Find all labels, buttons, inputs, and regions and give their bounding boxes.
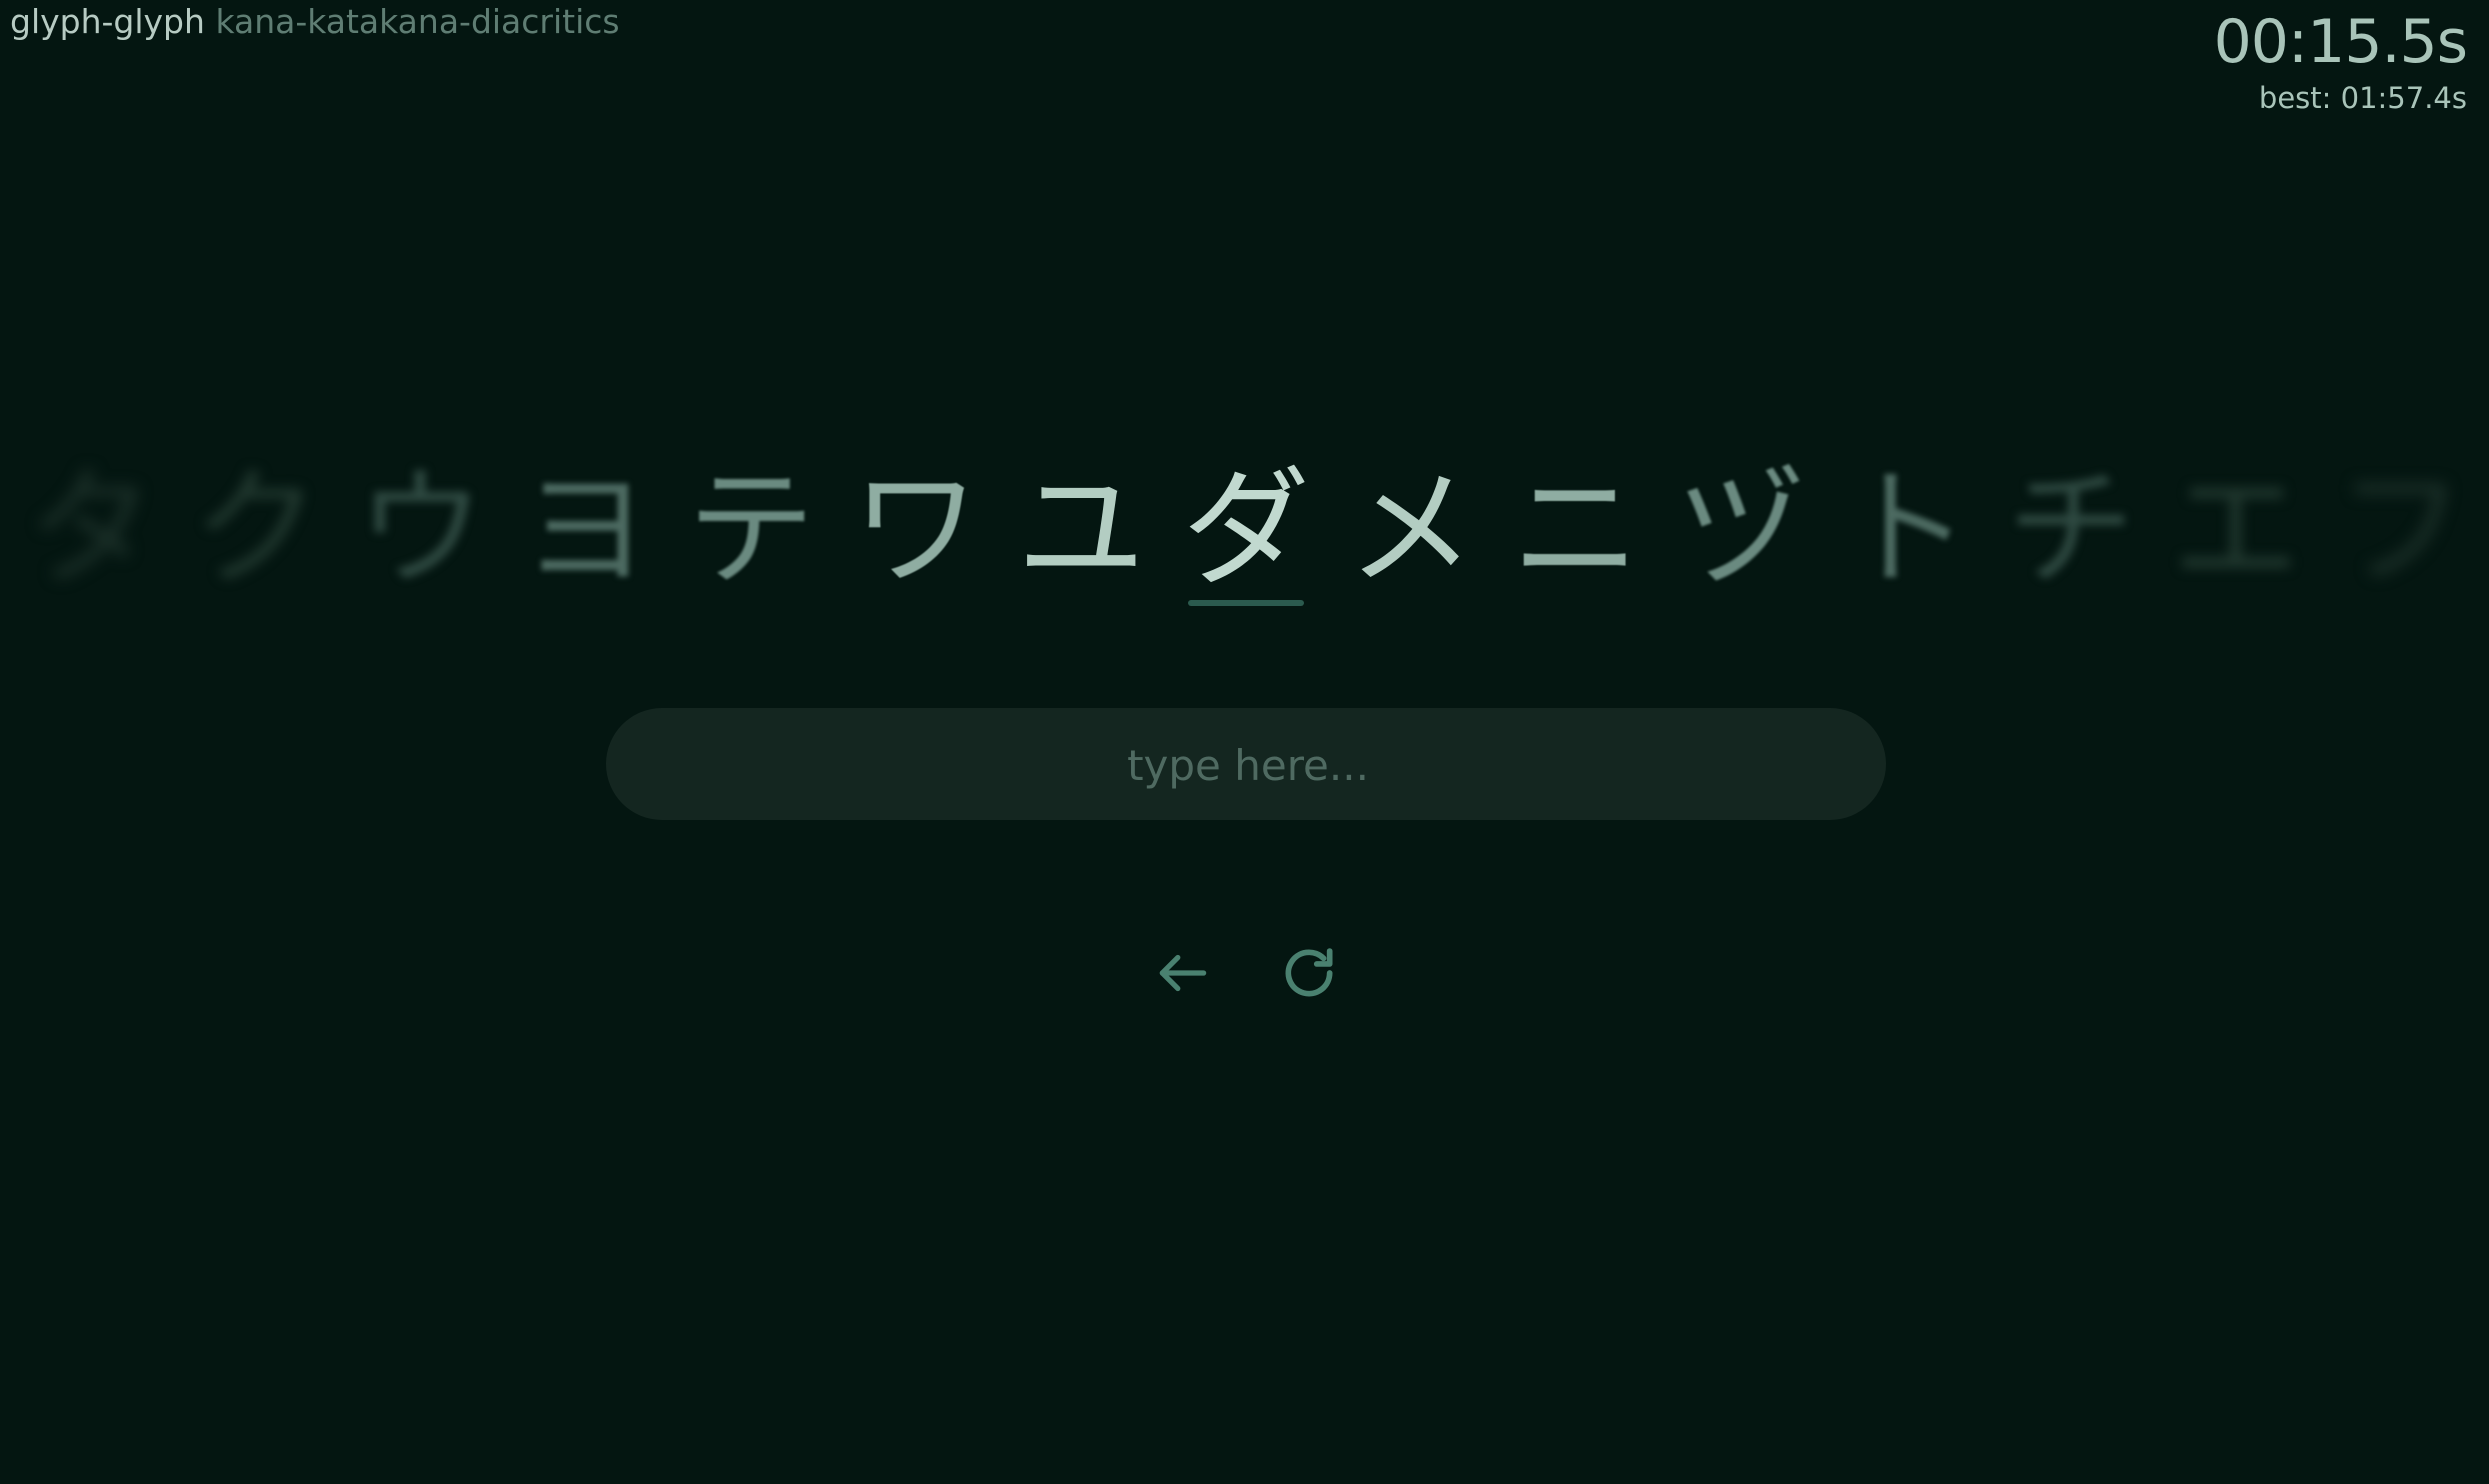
- best-time: best: 01:57.4s: [2258, 81, 2467, 115]
- glyph: ヨ: [521, 455, 650, 604]
- elapsed-time: 00:15.5s: [2213, 7, 2468, 77]
- glyph: ト: [1841, 455, 1970, 604]
- glyph: ニ: [1511, 455, 1640, 604]
- brand: glyph-glyph kana-katakana-diacritics: [10, 0, 620, 44]
- glyph: ク: [191, 455, 320, 604]
- glyph: チ: [2006, 455, 2135, 604]
- controls: [1148, 938, 1344, 1008]
- glyph: ユ: [1016, 455, 1145, 604]
- input-container: [606, 708, 1890, 822]
- typing-game-page: glyph-glyph kana-katakana-diacritics 00:…: [0, 0, 2489, 1484]
- glyph: ウ: [356, 455, 485, 604]
- set-name: kana-katakana-diacritics: [215, 2, 620, 41]
- glyph: テ: [686, 455, 815, 604]
- glyph: メ: [1346, 455, 1475, 604]
- glyph-track: タクウヨテワユダメニヅトチエフ: [0, 440, 2489, 620]
- glyph-active: ダ: [1166, 440, 1326, 620]
- glyph: フ: [2336, 455, 2465, 604]
- answer-input[interactable]: [606, 708, 1890, 822]
- restart-button[interactable]: [1274, 938, 1344, 1008]
- back-button[interactable]: [1148, 938, 1218, 1008]
- timer: 00:15.5s best: 01:57.4s: [2213, 4, 2468, 118]
- app-name: glyph-glyph: [10, 2, 205, 41]
- glyph: ヅ: [1676, 455, 1805, 604]
- glyph: タ: [26, 455, 155, 604]
- glyph: エ: [2171, 455, 2300, 604]
- arrow-left-icon: [1159, 954, 1207, 992]
- glyph: ワ: [851, 455, 980, 604]
- restart-icon: [1285, 948, 1333, 997]
